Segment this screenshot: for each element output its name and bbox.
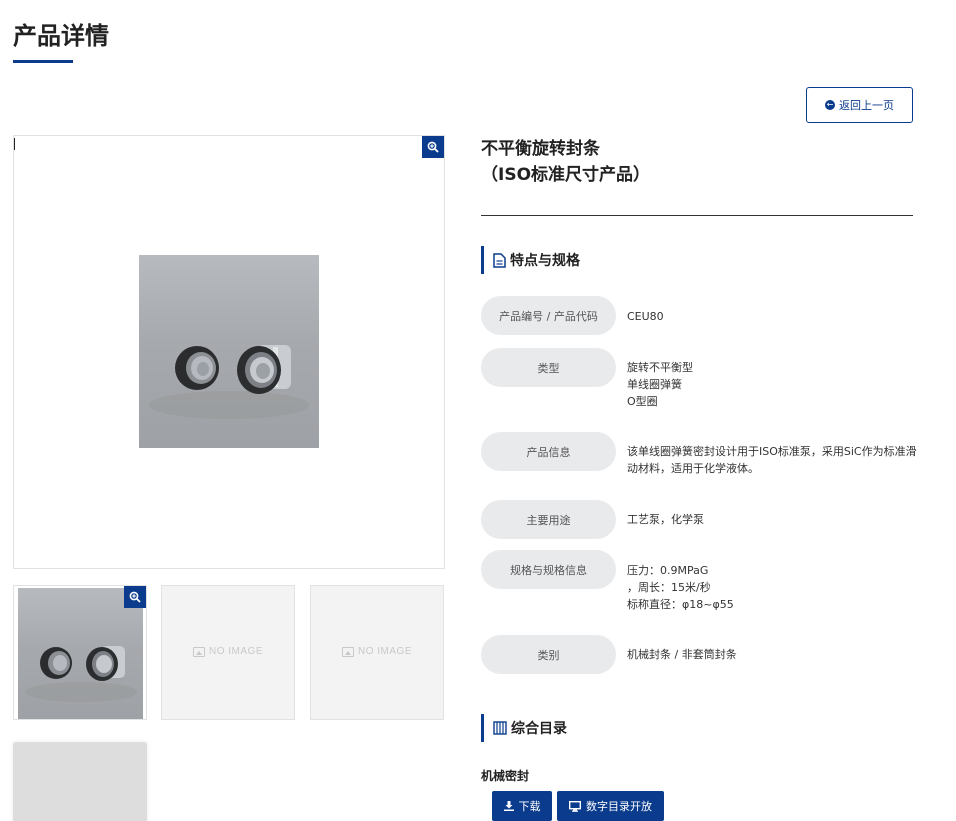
- spec-label-type: 类型: [481, 348, 616, 387]
- product-name: 不平衡旋转封条 （ISO标准尺寸产品）: [481, 136, 650, 188]
- catalog-category: 机械密封: [481, 769, 530, 783]
- no-image-placeholder: NO IMAGE: [311, 646, 443, 657]
- monitor-icon: [569, 800, 581, 812]
- zoom-in-icon[interactable]: [124, 586, 146, 608]
- spec-label-category: 类别: [481, 635, 616, 674]
- spec-label-code: 产品编号 / 产品代码: [481, 296, 616, 335]
- spec-value-type: 旋转不平衡型 单线圈弹簧 O型圈: [627, 359, 693, 410]
- back-button-label: 返回上一页: [839, 99, 894, 112]
- download-icon: [503, 801, 514, 811]
- spec-value-line: 压力：0.9MPaG: [627, 564, 709, 577]
- image-icon: [341, 646, 354, 657]
- product-photo: [139, 255, 319, 448]
- image-icon: [192, 646, 205, 657]
- no-image-label: NO IMAGE: [208, 646, 263, 657]
- spec-value-category: 机械封条 / 非套筒封条: [627, 646, 737, 663]
- zoom-in-icon[interactable]: [422, 136, 444, 158]
- specs-heading-label: 特点与规格: [510, 253, 580, 269]
- download-button[interactable]: 下载: [492, 791, 552, 821]
- digital-catalog-label: 数字目录开放: [586, 800, 652, 813]
- digital-catalog-button[interactable]: 数字目录开放: [557, 791, 664, 821]
- thumbnail-3[interactable]: NO IMAGE: [310, 585, 444, 720]
- thumbnail-2[interactable]: NO IMAGE: [161, 585, 295, 720]
- no-image-label: NO IMAGE: [357, 646, 412, 657]
- catalog-heading: 综合目录: [481, 714, 567, 742]
- spec-label-usage: 主要用途: [481, 500, 616, 539]
- spec-label-spec: 规格与规格信息: [481, 550, 616, 589]
- product-name-line1: 不平衡旋转封条: [481, 139, 600, 159]
- spec-value-line: ，周长：15米/秒: [627, 581, 711, 594]
- spec-value-line: CEU80: [627, 310, 664, 323]
- back-button[interactable]: ← 返回上一页: [806, 87, 913, 123]
- spec-value-line: 旋转不平衡型: [627, 361, 693, 374]
- download-button-label: 下载: [518, 800, 541, 813]
- spec-value-line: 工艺泵，化学泵: [627, 513, 704, 526]
- no-image-placeholder: NO IMAGE: [162, 646, 294, 657]
- spec-value-code: CEU80: [627, 308, 664, 325]
- arrow-left-circle-icon: ←: [825, 100, 835, 110]
- title-underline: [13, 60, 73, 63]
- specs-heading: 特点与规格: [481, 246, 580, 274]
- product-name-line2: （ISO标准尺寸产品）: [481, 165, 651, 185]
- spec-value-spec: 压力：0.9MPaG ，周长：15米/秒 标称直径：φ18~φ55: [627, 562, 734, 613]
- spec-value-info: 该单线圈弹簧密封设计用于ISO标准泵，采用SiC作为标准滑动材料，适用于化学液体…: [627, 443, 917, 477]
- spec-value-line: 该单线圈弹簧密封设计用于ISO标准泵，采用SiC作为标准滑动材料，适用于化学液体…: [627, 445, 917, 475]
- thumbnail-1[interactable]: [13, 585, 147, 720]
- spec-value-line: 单线圈弹簧: [627, 378, 682, 391]
- main-product-image[interactable]: [13, 135, 445, 569]
- spec-value-usage: 工艺泵，化学泵: [627, 511, 704, 528]
- page-title: 产品详情: [13, 22, 109, 50]
- spec-label-info: 产品信息: [481, 432, 616, 471]
- thumbnail-4[interactable]: [13, 742, 147, 821]
- divider: [481, 215, 913, 216]
- spec-value-line: O型圈: [627, 395, 658, 408]
- document-icon: [493, 252, 506, 268]
- spec-value-line: 标称直径：φ18~φ55: [627, 598, 734, 611]
- spec-value-line: 机械封条 / 非套筒封条: [627, 648, 737, 661]
- catalog-heading-label: 综合目录: [511, 721, 567, 737]
- text-cursor: [14, 138, 15, 150]
- book-icon: [493, 721, 507, 735]
